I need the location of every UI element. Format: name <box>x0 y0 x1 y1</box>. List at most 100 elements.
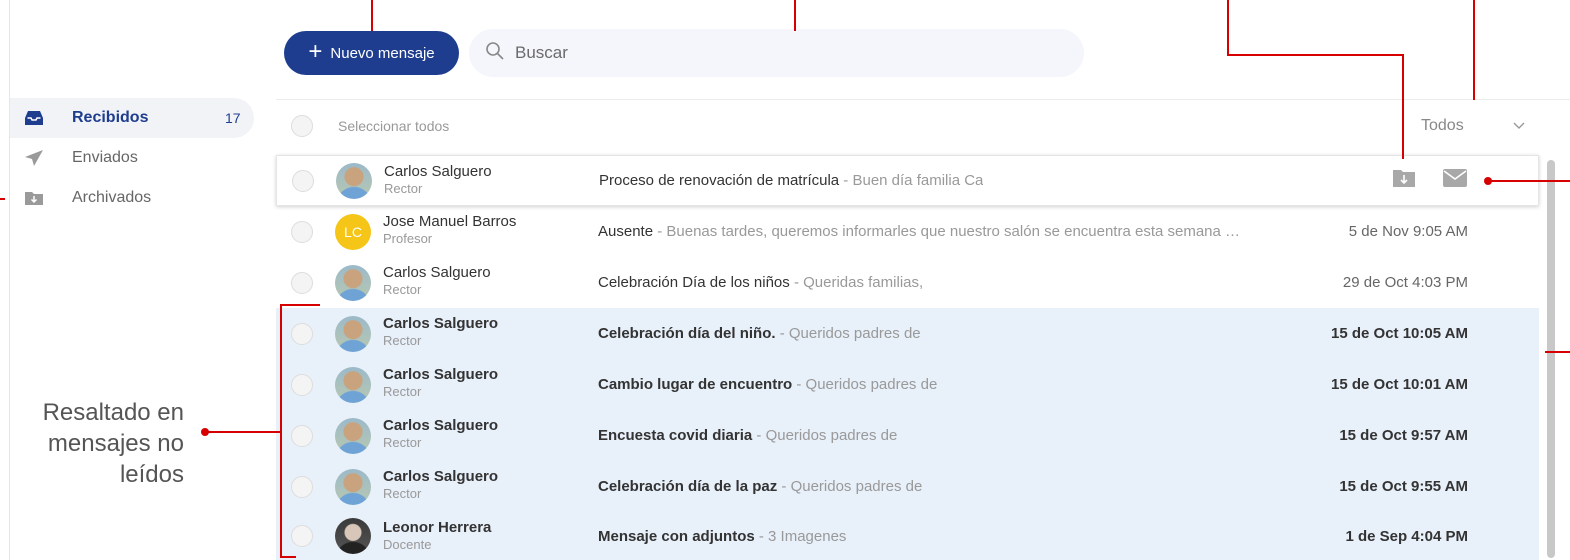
preview-text: - Queridas familias, <box>789 274 924 291</box>
annotation-line <box>1488 180 1570 182</box>
subject-text: Proceso de renovación de matrícula <box>599 172 840 189</box>
sender-name: Jose Manuel Barros <box>383 213 517 230</box>
chevron-down-icon[interactable] <box>1512 118 1526 137</box>
unread-count-badge: 17 <box>225 110 241 126</box>
select-all-checkbox[interactable] <box>291 115 313 137</box>
sender-name: Leonor Herrera <box>383 519 492 536</box>
message-row-unread[interactable]: Leonor Herrera Docente Mensaje con adjun… <box>276 512 1539 560</box>
row-checkbox[interactable] <box>291 475 313 498</box>
sidebar-item-enviados[interactable]: Enviados <box>10 138 254 178</box>
preview-text: - Buen día familia Ca <box>839 172 984 189</box>
row-checkbox[interactable] <box>291 322 313 345</box>
row-checkbox[interactable] <box>291 373 313 396</box>
preview-text: - Queridos padres de <box>752 427 898 444</box>
message-date: 15 de Oct 10:05 AM <box>1331 325 1468 342</box>
preview-text: - 3 Imagenes <box>754 527 847 545</box>
sender-name: Carlos Salguero <box>383 315 499 332</box>
row-checkbox[interactable] <box>291 220 313 243</box>
sender-role: Rector <box>383 384 422 399</box>
sidebar-item-label: Recibidos <box>72 109 149 126</box>
sender-role: Rector <box>383 486 422 501</box>
annotation-bracket <box>280 304 320 306</box>
message-date: 15 de Oct 9:55 AM <box>1339 478 1468 495</box>
annotation-text-line: leídos <box>119 461 184 488</box>
annotation-text-line: mensajes no <box>47 430 184 457</box>
message-subject: Proceso de renovación de matrícula - Bue… <box>599 172 983 189</box>
annotation-bracket <box>280 556 296 558</box>
sender-role: Rector <box>383 333 422 348</box>
annotation-text-line: Resaltado en <box>42 399 184 426</box>
annotation-line <box>1545 351 1570 353</box>
sender-role: Rector <box>383 435 422 450</box>
plus-icon: + <box>308 38 323 65</box>
avatar <box>335 315 371 352</box>
message-date: 15 de Oct 10:01 AM <box>1331 376 1468 393</box>
row-checkbox[interactable] <box>291 525 313 547</box>
annotation-line <box>207 431 282 433</box>
sender-name: Carlos Salguero <box>383 264 491 281</box>
sender-role: Docente <box>383 537 432 552</box>
new-message-label: Nuevo mensaje <box>330 44 435 62</box>
send-icon <box>24 149 44 167</box>
message-row[interactable]: LC Jose Manuel Barros Profesor Ausente -… <box>276 206 1539 257</box>
subject-text: Encuesta covid diaria <box>598 427 753 444</box>
message-subject: Mensaje con adjuntos - 3 Imagenes <box>598 528 846 545</box>
subject-text: Celebración Día de los niños <box>598 274 790 291</box>
avatar <box>335 468 371 505</box>
sender-name: Carlos Salguero <box>383 366 499 383</box>
message-subject: Cambio lugar de encuentro - Queridos pad… <box>598 376 937 393</box>
annotation-line <box>371 0 373 31</box>
filter-select[interactable]: Todos <box>1421 117 1464 135</box>
archive-icon[interactable] <box>1392 168 1416 193</box>
select-all-label[interactable]: Seleccionar todos <box>338 118 449 134</box>
message-subject: Encuesta covid diaria - Queridos padres … <box>598 427 897 444</box>
message-row[interactable]: Carlos Salguero Rector Proceso de renova… <box>276 155 1539 206</box>
message-subject: Celebración día del niño. - Queridos pad… <box>598 325 921 342</box>
avatar <box>335 366 371 403</box>
message-row-unread[interactable]: Carlos Salguero Rector Cambio lugar de e… <box>276 359 1539 410</box>
annotation-dot <box>201 428 209 436</box>
annotation-line <box>1227 0 1229 56</box>
new-message-button[interactable]: + Nuevo mensaje <box>284 31 459 75</box>
message-date: 1 de Sep 4:04 PM <box>1345 527 1468 545</box>
annotation-label: Resaltado en mensajes no leídos <box>10 397 184 490</box>
message-row-unread[interactable]: Carlos Salguero Rector Encuesta covid di… <box>276 410 1539 461</box>
sidebar-item-archivados[interactable]: Archivados <box>10 178 254 218</box>
avatar <box>335 518 371 554</box>
preview-text: - Buenas tardes, queremos informarles qu… <box>653 223 1241 240</box>
message-row-unread[interactable]: Carlos Salguero Rector Celebración día d… <box>276 461 1539 512</box>
message-subject: Celebración día de la paz - Queridos pad… <box>598 478 922 495</box>
annotation-line <box>0 198 5 200</box>
row-checkbox[interactable] <box>291 424 313 447</box>
archive-icon <box>24 189 44 207</box>
preview-text: - Queridos padres de <box>777 478 923 495</box>
row-checkbox[interactable] <box>291 271 313 294</box>
preview-text: - Queridos padres de <box>775 325 921 342</box>
sender-name: Carlos Salguero <box>383 417 499 434</box>
sender-role: Rector <box>383 282 422 297</box>
subject-text: Cambio lugar de encuentro <box>598 376 793 393</box>
search-icon <box>485 41 505 66</box>
subject-text: Ausente <box>598 223 654 240</box>
avatar <box>335 264 371 301</box>
message-subject: Ausente - Buenas tardes, queremos inform… <box>598 223 1240 240</box>
mail-icon[interactable] <box>1442 168 1468 193</box>
avatar <box>335 417 371 454</box>
subject-text: Celebración día del niño. <box>598 325 776 342</box>
scrollbar[interactable] <box>1547 160 1555 558</box>
message-row[interactable]: Carlos Salguero Rector Celebración Día d… <box>276 257 1539 308</box>
inbox-icon <box>24 109 44 127</box>
annotation-line <box>1473 0 1475 100</box>
avatar: LC <box>335 213 371 250</box>
sidebar-item-label: Archivados <box>72 189 152 206</box>
sidebar-item-recibidos[interactable]: Recibidos 17 <box>10 98 254 138</box>
search-bar[interactable] <box>469 29 1084 77</box>
subject-text: Mensaje con adjuntos <box>598 527 755 545</box>
row-checkbox[interactable] <box>292 169 314 192</box>
divider <box>276 99 1570 100</box>
search-input[interactable] <box>515 43 1075 63</box>
message-subject: Celebración Día de los niños - Queridas … <box>598 274 923 291</box>
preview-text: - Queridos padres de <box>792 376 938 393</box>
message-row-unread[interactable]: Carlos Salguero Rector Celebración día d… <box>276 308 1539 359</box>
annotation-line <box>1402 54 1404 159</box>
